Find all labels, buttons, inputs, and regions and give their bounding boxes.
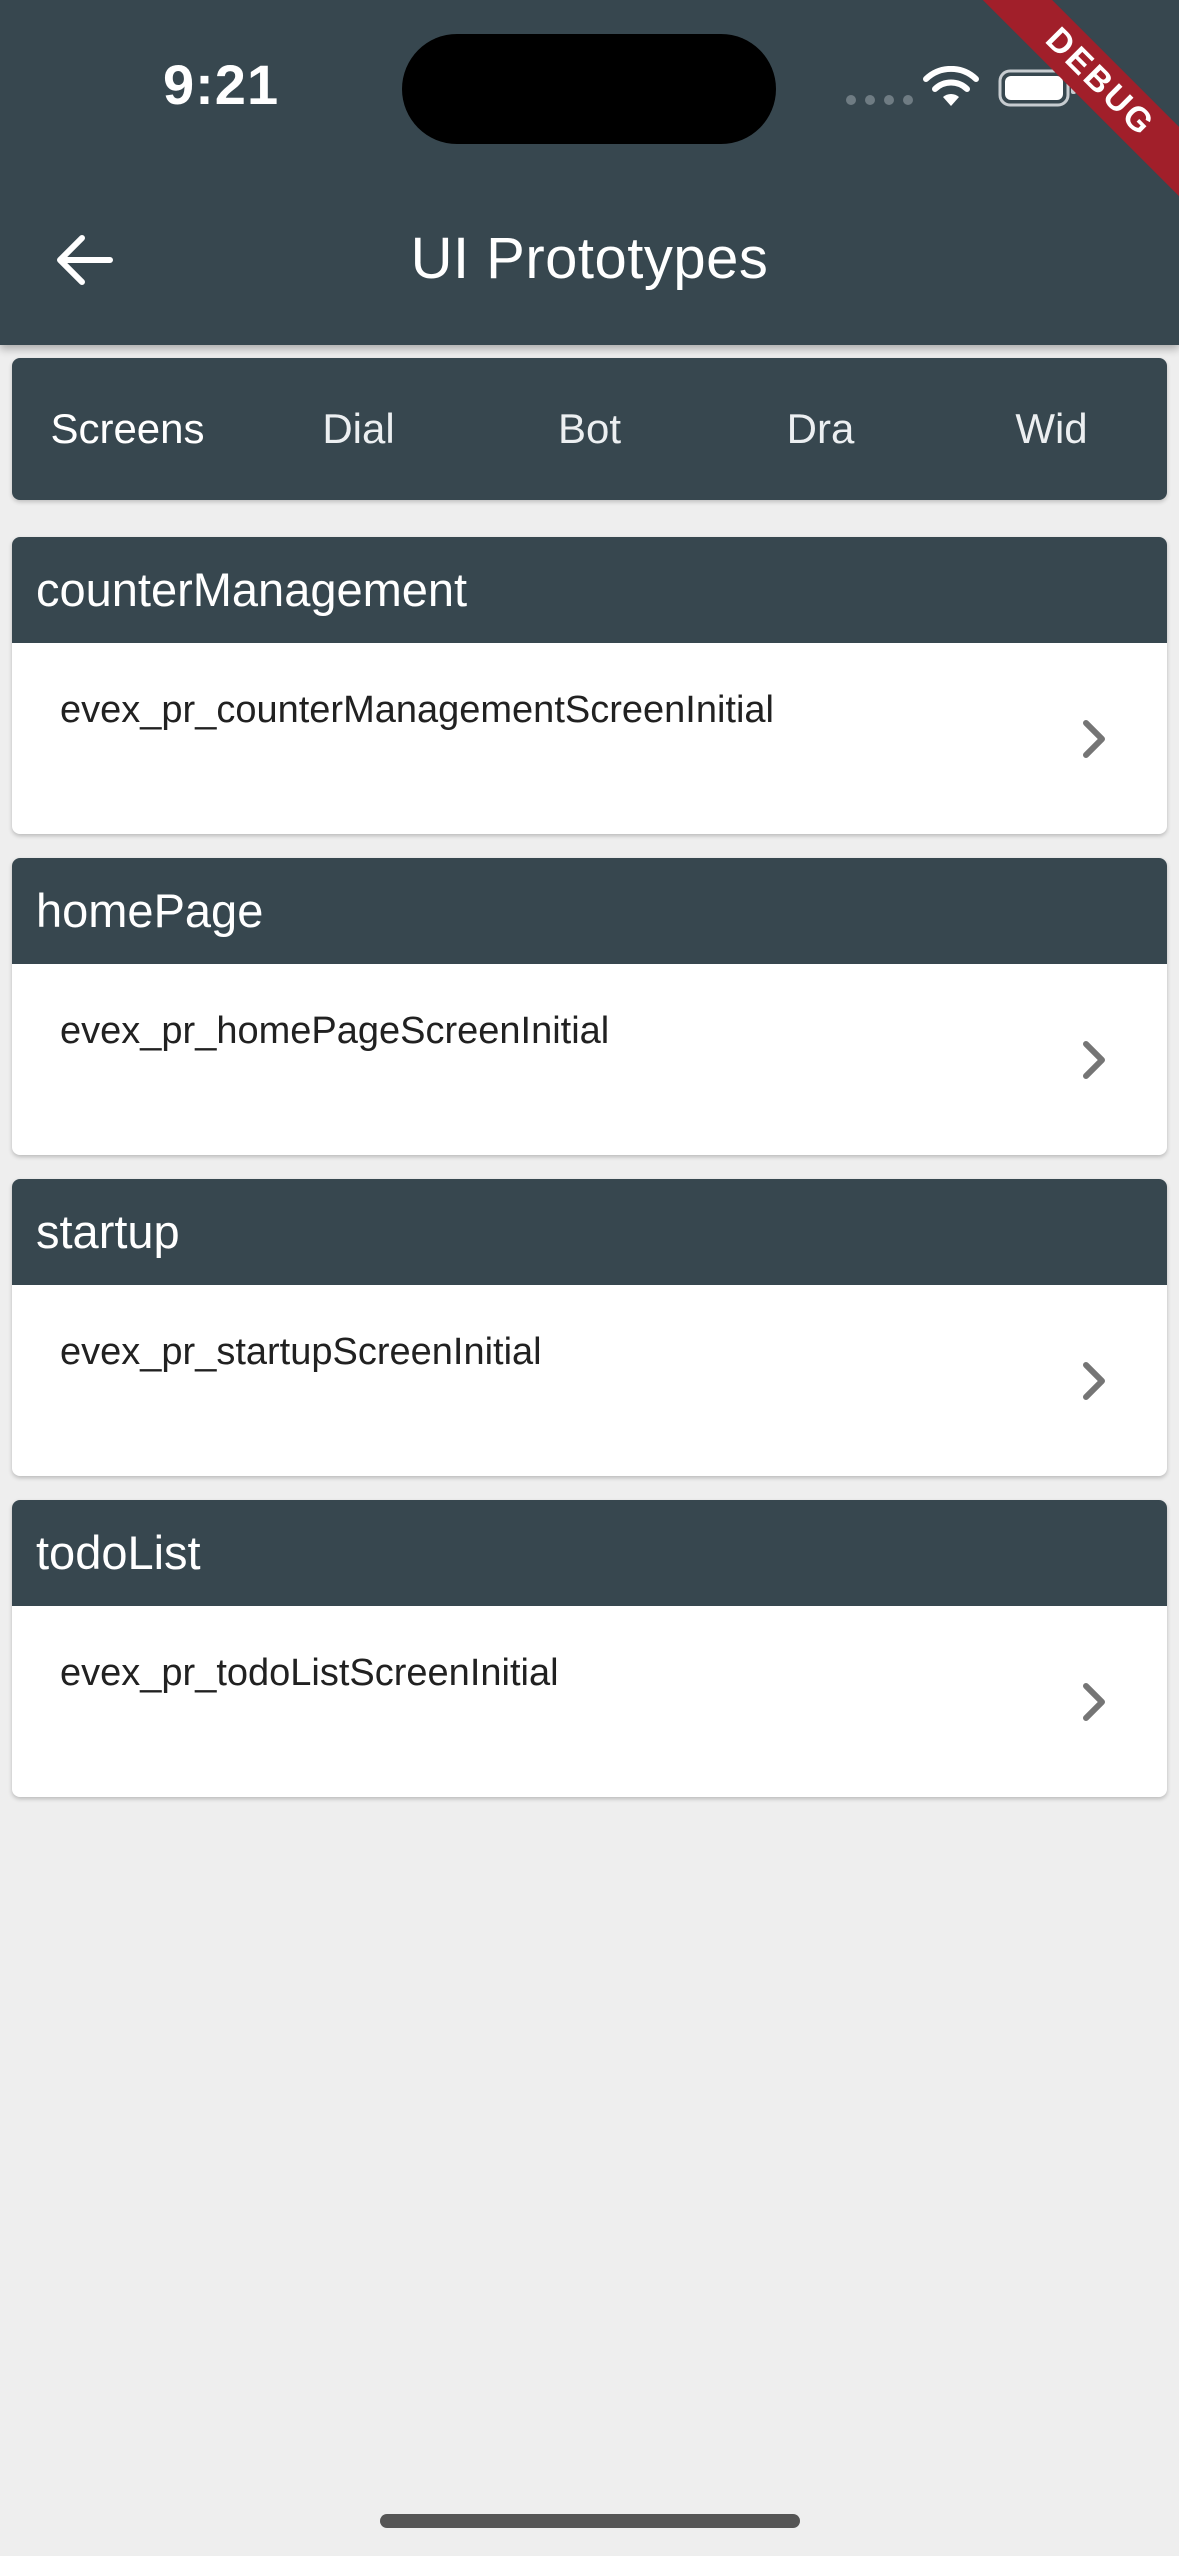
chevron-right-icon xyxy=(1083,1683,1105,1721)
status-time: 9:21 xyxy=(163,53,280,116)
section-card-todo-list: todoList evex_pr_todoListScreenInitial xyxy=(12,1500,1167,1797)
section-card-counter-management: counterManagement evex_pr_counterManagem… xyxy=(12,537,1167,834)
app-screen: 9:21 UI Prototypes DEBUG Screens Dial Bo… xyxy=(0,0,1179,2556)
section-card-startup: startup evex_pr_startupScreenInitial xyxy=(12,1179,1167,1476)
chevron-right-icon xyxy=(1083,720,1105,758)
section-title: todoList xyxy=(12,1500,1167,1606)
section-card-home-page: homePage evex_pr_homePageScreenInitial xyxy=(12,858,1167,1155)
screen-name: evex_pr_counterManagementScreenInitial xyxy=(60,689,774,731)
tab-bot[interactable]: Bot xyxy=(474,405,705,453)
screen-list-item[interactable]: evex_pr_todoListScreenInitial xyxy=(12,1606,1167,1797)
screen-name: evex_pr_todoListScreenInitial xyxy=(60,1652,559,1694)
home-indicator[interactable] xyxy=(380,2514,800,2528)
screen-list-item[interactable]: evex_pr_homePageScreenInitial xyxy=(12,964,1167,1155)
wifi-icon xyxy=(923,66,979,106)
chevron-right-icon xyxy=(1083,1041,1105,1079)
screen-list-item[interactable]: evex_pr_startupScreenInitial xyxy=(12,1285,1167,1476)
cellular-signal-icon xyxy=(846,95,913,105)
tab-wid[interactable]: Wid xyxy=(936,405,1167,453)
section-title: homePage xyxy=(12,858,1167,964)
page-title: UI Prototypes xyxy=(410,226,769,291)
section-title: counterManagement xyxy=(12,537,1167,643)
chevron-right-icon xyxy=(1083,1362,1105,1400)
battery-icon xyxy=(998,69,1076,107)
tab-bar: Screens Dial Bot Dra Wid xyxy=(12,358,1167,500)
tab-screens[interactable]: Screens xyxy=(12,405,243,453)
screen-name: evex_pr_startupScreenInitial xyxy=(60,1331,542,1373)
dynamic-island xyxy=(402,34,776,144)
screen-name: evex_pr_homePageScreenInitial xyxy=(60,1010,610,1052)
app-header: 9:21 UI Prototypes xyxy=(0,0,1179,345)
tab-dra[interactable]: Dra xyxy=(705,405,936,453)
tab-dial[interactable]: Dial xyxy=(243,405,474,453)
section-title: startup xyxy=(12,1179,1167,1285)
screen-list-item[interactable]: evex_pr_counterManagementScreenInitial xyxy=(12,643,1167,834)
